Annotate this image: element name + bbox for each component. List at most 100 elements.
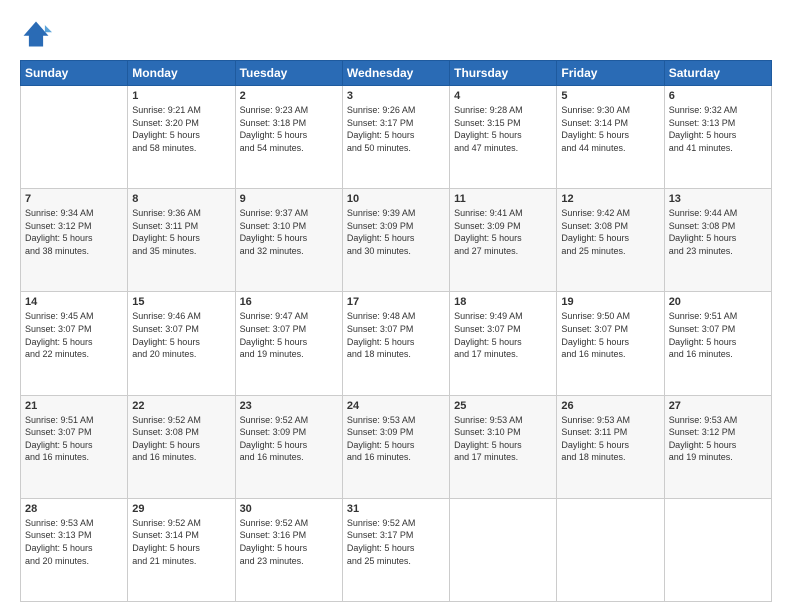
day-info: Sunrise: 9:53 AMSunset: 3:11 PMDaylight:… <box>561 414 659 464</box>
calendar-cell: 12 Sunrise: 9:42 AMSunset: 3:08 PMDayligh… <box>557 189 664 292</box>
calendar-cell: 5 Sunrise: 9:30 AMSunset: 3:14 PMDaylight… <box>557 86 664 189</box>
day-number: 20 <box>669 296 767 308</box>
day-number: 9 <box>240 193 338 205</box>
day-info: Sunrise: 9:42 AMSunset: 3:08 PMDaylight:… <box>561 207 659 257</box>
calendar-cell <box>21 86 128 189</box>
day-info: Sunrise: 9:26 AMSunset: 3:17 PMDaylight:… <box>347 104 445 154</box>
day-number: 13 <box>669 193 767 205</box>
day-number: 6 <box>669 90 767 102</box>
day-number: 25 <box>454 400 552 412</box>
day-info: Sunrise: 9:45 AMSunset: 3:07 PMDaylight:… <box>25 310 123 360</box>
header <box>20 18 772 50</box>
calendar-table: SundayMondayTuesdayWednesdayThursdayFrid… <box>20 60 772 602</box>
calendar-cell: 26 Sunrise: 9:53 AMSunset: 3:11 PMDayligh… <box>557 395 664 498</box>
day-number: 5 <box>561 90 659 102</box>
calendar-week-1: 1 Sunrise: 9:21 AMSunset: 3:20 PMDaylight… <box>21 86 772 189</box>
day-info: Sunrise: 9:23 AMSunset: 3:18 PMDaylight:… <box>240 104 338 154</box>
day-header-saturday: Saturday <box>664 61 771 86</box>
day-number: 26 <box>561 400 659 412</box>
day-header-friday: Friday <box>557 61 664 86</box>
day-info: Sunrise: 9:52 AMSunset: 3:17 PMDaylight:… <box>347 517 445 567</box>
day-number: 3 <box>347 90 445 102</box>
day-info: Sunrise: 9:34 AMSunset: 3:12 PMDaylight:… <box>25 207 123 257</box>
calendar-cell: 14 Sunrise: 9:45 AMSunset: 3:07 PMDayligh… <box>21 292 128 395</box>
day-info: Sunrise: 9:51 AMSunset: 3:07 PMDaylight:… <box>669 310 767 360</box>
calendar-cell: 19Sunrise: 9:50 AMSunset: 3:07 PMDayligh… <box>557 292 664 395</box>
day-info: Sunrise: 9:47 AMSunset: 3:07 PMDaylight:… <box>240 310 338 360</box>
day-number: 12 <box>561 193 659 205</box>
day-info: Sunrise: 9:44 AMSunset: 3:08 PMDaylight:… <box>669 207 767 257</box>
day-info: Sunrise: 9:39 AMSunset: 3:09 PMDaylight:… <box>347 207 445 257</box>
calendar-cell: 30Sunrise: 9:52 AMSunset: 3:16 PMDayligh… <box>235 498 342 601</box>
calendar-cell: 2Sunrise: 9:23 AMSunset: 3:18 PMDaylight… <box>235 86 342 189</box>
calendar-cell: 21 Sunrise: 9:51 AMSunset: 3:07 PMDayligh… <box>21 395 128 498</box>
calendar-cell: 15 Sunrise: 9:46 AMSunset: 3:07 PMDayligh… <box>128 292 235 395</box>
day-info: Sunrise: 9:52 AMSunset: 3:09 PMDaylight:… <box>240 414 338 464</box>
day-number: 21 <box>25 400 123 412</box>
calendar-cell: 1 Sunrise: 9:21 AMSunset: 3:20 PMDaylight… <box>128 86 235 189</box>
calendar-cell: 27Sunrise: 9:53 AMSunset: 3:12 PMDayligh… <box>664 395 771 498</box>
calendar-cell: 16 Sunrise: 9:47 AMSunset: 3:07 PMDayligh… <box>235 292 342 395</box>
calendar-cell: 25 Sunrise: 9:53 AMSunset: 3:10 PMDayligh… <box>450 395 557 498</box>
day-info: Sunrise: 9:46 AMSunset: 3:07 PMDaylight:… <box>132 310 230 360</box>
calendar-cell: 7Sunrise: 9:34 AMSunset: 3:12 PMDaylight… <box>21 189 128 292</box>
day-number: 14 <box>25 296 123 308</box>
day-info: Sunrise: 9:32 AMSunset: 3:13 PMDaylight:… <box>669 104 767 154</box>
day-number: 10 <box>347 193 445 205</box>
day-number: 23 <box>240 400 338 412</box>
day-number: 30 <box>240 503 338 515</box>
day-info: Sunrise: 9:50 AMSunset: 3:07 PMDaylight:… <box>561 310 659 360</box>
calendar-week-5: 28Sunrise: 9:53 AMSunset: 3:13 PMDayligh… <box>21 498 772 601</box>
calendar-cell: 28Sunrise: 9:53 AMSunset: 3:13 PMDayligh… <box>21 498 128 601</box>
calendar-cell: 18Sunrise: 9:49 AMSunset: 3:07 PMDayligh… <box>450 292 557 395</box>
calendar-cell <box>557 498 664 601</box>
day-number: 8 <box>132 193 230 205</box>
day-header-tuesday: Tuesday <box>235 61 342 86</box>
day-number: 31 <box>347 503 445 515</box>
calendar-cell: 8Sunrise: 9:36 AMSunset: 3:11 PMDaylight… <box>128 189 235 292</box>
calendar-cell: 4Sunrise: 9:28 AMSunset: 3:15 PMDaylight… <box>450 86 557 189</box>
calendar-cell: 23 Sunrise: 9:52 AMSunset: 3:09 PMDayligh… <box>235 395 342 498</box>
day-number: 1 <box>132 90 230 102</box>
day-number: 29 <box>132 503 230 515</box>
calendar-cell: 22 Sunrise: 9:52 AMSunset: 3:08 PMDayligh… <box>128 395 235 498</box>
day-header-monday: Monday <box>128 61 235 86</box>
calendar-cell: 13 Sunrise: 9:44 AMSunset: 3:08 PMDayligh… <box>664 189 771 292</box>
day-info: Sunrise: 9:49 AMSunset: 3:07 PMDaylight:… <box>454 310 552 360</box>
day-info: Sunrise: 9:30 AMSunset: 3:14 PMDaylight:… <box>561 104 659 154</box>
day-header-thursday: Thursday <box>450 61 557 86</box>
calendar-week-3: 14 Sunrise: 9:45 AMSunset: 3:07 PMDayligh… <box>21 292 772 395</box>
day-info: Sunrise: 9:21 AMSunset: 3:20 PMDaylight:… <box>132 104 230 154</box>
calendar-week-2: 7Sunrise: 9:34 AMSunset: 3:12 PMDaylight… <box>21 189 772 292</box>
calendar-header-row: SundayMondayTuesdayWednesdayThursdayFrid… <box>21 61 772 86</box>
calendar-cell: 9 Sunrise: 9:37 AMSunset: 3:10 PMDaylight… <box>235 189 342 292</box>
day-number: 24 <box>347 400 445 412</box>
day-number: 28 <box>25 503 123 515</box>
calendar-cell: 3 Sunrise: 9:26 AMSunset: 3:17 PMDaylight… <box>342 86 449 189</box>
logo-icon <box>20 18 52 50</box>
day-info: Sunrise: 9:37 AMSunset: 3:10 PMDaylight:… <box>240 207 338 257</box>
day-info: Sunrise: 9:52 AMSunset: 3:14 PMDaylight:… <box>132 517 230 567</box>
day-info: Sunrise: 9:53 AMSunset: 3:10 PMDaylight:… <box>454 414 552 464</box>
day-info: Sunrise: 9:53 AMSunset: 3:09 PMDaylight:… <box>347 414 445 464</box>
day-number: 22 <box>132 400 230 412</box>
calendar-cell: 10 Sunrise: 9:39 AMSunset: 3:09 PMDayligh… <box>342 189 449 292</box>
logo <box>20 18 58 50</box>
page: SundayMondayTuesdayWednesdayThursdayFrid… <box>0 0 792 612</box>
day-number: 16 <box>240 296 338 308</box>
day-info: Sunrise: 9:41 AMSunset: 3:09 PMDaylight:… <box>454 207 552 257</box>
day-number: 15 <box>132 296 230 308</box>
calendar-cell: 11Sunrise: 9:41 AMSunset: 3:09 PMDayligh… <box>450 189 557 292</box>
calendar-cell: 24 Sunrise: 9:53 AMSunset: 3:09 PMDayligh… <box>342 395 449 498</box>
day-number: 27 <box>669 400 767 412</box>
day-header-wednesday: Wednesday <box>342 61 449 86</box>
day-info: Sunrise: 9:28 AMSunset: 3:15 PMDaylight:… <box>454 104 552 154</box>
day-number: 17 <box>347 296 445 308</box>
day-info: Sunrise: 9:52 AMSunset: 3:08 PMDaylight:… <box>132 414 230 464</box>
day-info: Sunrise: 9:51 AMSunset: 3:07 PMDaylight:… <box>25 414 123 464</box>
calendar-cell: 17 Sunrise: 9:48 AMSunset: 3:07 PMDayligh… <box>342 292 449 395</box>
calendar-cell: 20 Sunrise: 9:51 AMSunset: 3:07 PMDayligh… <box>664 292 771 395</box>
calendar-cell: 31 Sunrise: 9:52 AMSunset: 3:17 PMDayligh… <box>342 498 449 601</box>
day-info: Sunrise: 9:48 AMSunset: 3:07 PMDaylight:… <box>347 310 445 360</box>
calendar-cell: 6 Sunrise: 9:32 AMSunset: 3:13 PMDaylight… <box>664 86 771 189</box>
